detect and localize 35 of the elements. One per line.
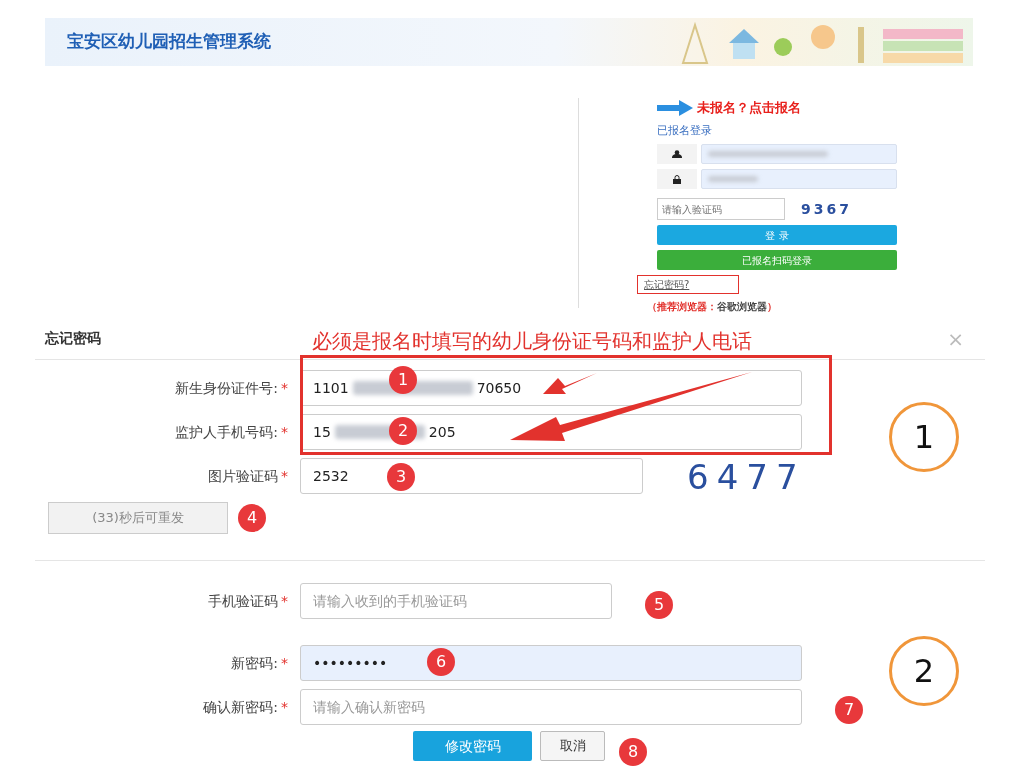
step-marker: 1 [389,366,417,394]
step-marker: 4 [238,504,266,532]
site-title: 宝安区幼儿园招生管理系统 [67,30,271,54]
submit-button[interactable]: 修改密码 [413,731,532,761]
login-section-title: 已报名登录 [657,122,713,139]
cancel-button[interactable]: 取消 [540,731,605,761]
step-marker: 7 [835,696,863,724]
scan-login-button[interactable]: 已报名扫码登录 [657,250,897,270]
step-marker: 8 [619,738,647,766]
resend-button[interactable]: (33)秒后可重发 [48,502,228,534]
step-marker: 5 [645,591,673,619]
captcha-field[interactable]: 请输入验证码 [657,198,785,220]
input-field[interactable]: 请输入确认新密码 [300,689,802,725]
password-field[interactable] [701,169,897,189]
field-label: 监护人手机号码: * [174,422,289,442]
section-number: 1 [889,402,959,472]
field-label: 图片验证码 * [207,466,289,486]
captcha-image: 6477 [687,459,806,493]
annotation-note: 必须是报名时填写的幼儿身份证号码和监护人电话 [312,328,752,355]
browser-recommendation: （推荐浏览器：谷歌浏览器） [647,300,778,314]
field-label: 确认新密码: * [202,697,289,717]
lock-icon [673,174,681,184]
forgot-password-link[interactable]: 忘记密码? [637,275,739,294]
input-field[interactable]: 请输入收到的手机验证码 [300,583,612,619]
captcha-image: 9367 [801,199,852,219]
right-arrow-icon [657,99,693,116]
user-icon [672,150,682,158]
section-number: 2 [889,636,959,706]
username-field[interactable] [701,144,897,164]
field-label: 新密码: * [230,653,289,673]
login-button[interactable]: 登 录 [657,225,897,245]
register-link[interactable]: 未报名？点击报名 [697,98,801,118]
field-label: 新生身份证件号: * [174,378,289,398]
field-label: 手机验证码 * [207,591,289,611]
dialog-title: 忘记密码 [45,329,101,348]
